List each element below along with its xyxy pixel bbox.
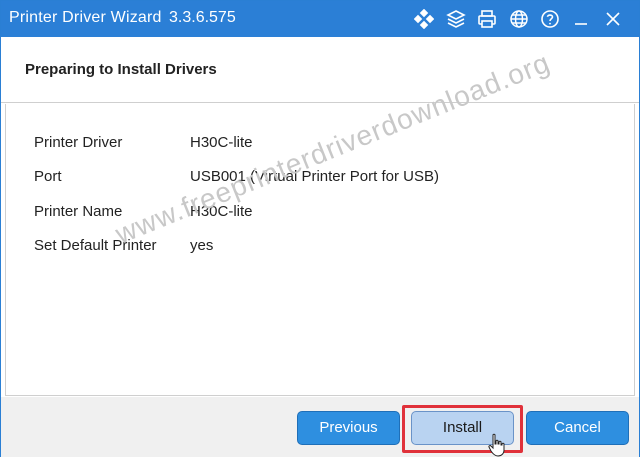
layers-icon[interactable] — [445, 8, 467, 30]
previous-button[interactable]: Previous — [297, 411, 400, 445]
apps-diamond-icon[interactable] — [413, 8, 435, 30]
detail-value: H30C-lite — [190, 134, 253, 151]
hand-cursor-icon — [488, 433, 505, 457]
printer-icon[interactable] — [476, 8, 498, 30]
title-bar: Printer Driver Wizard 3.3.6.575 — [1, 1, 639, 37]
close-icon[interactable] — [602, 8, 624, 30]
button-bar: Previous Cancel — [1, 397, 639, 457]
detail-label: Printer Name — [34, 203, 123, 220]
cancel-button[interactable]: Cancel — [526, 411, 629, 445]
version-label: 3.3.6.575 — [169, 9, 236, 26]
help-icon[interactable] — [539, 8, 561, 30]
page-title: Preparing to Install Drivers — [25, 61, 217, 78]
window-title: Printer Driver Wizard — [9, 9, 162, 26]
detail-label: Printer Driver — [34, 134, 123, 151]
detail-label: Port — [34, 168, 62, 185]
wizard-window: Printer Driver Wizard 3.3.6.575 Preparin… — [0, 0, 640, 457]
globe-icon[interactable] — [508, 8, 530, 30]
minimize-icon[interactable] — [570, 8, 592, 30]
detail-value: yes — [190, 237, 214, 254]
